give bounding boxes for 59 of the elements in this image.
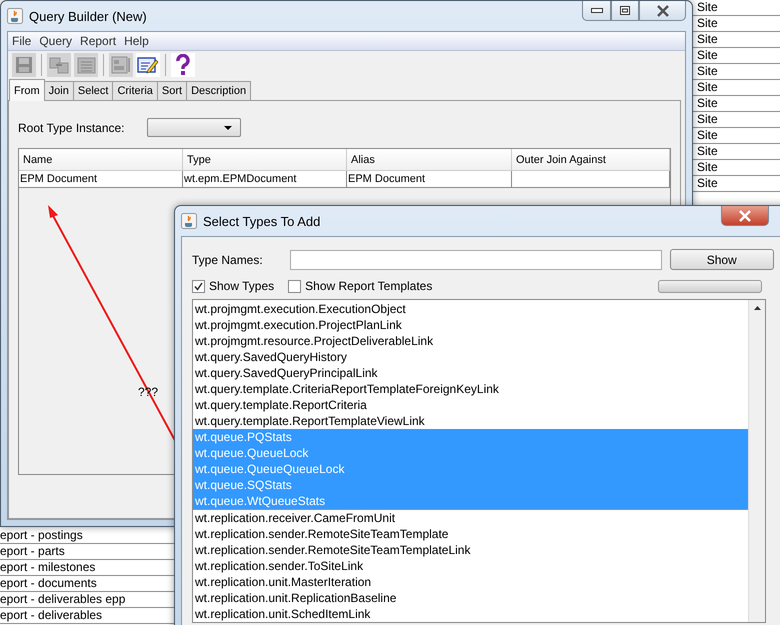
checkbox-label: Show Report Templates	[305, 279, 432, 293]
list-row: Site	[693, 144, 780, 160]
column-header[interactable]: Name	[19, 149, 183, 171]
checkbox[interactable]	[192, 280, 205, 292]
tab[interactable]: Sort	[156, 81, 188, 101]
list-row: eport - deliverables	[0, 608, 176, 624]
dialog-title: Select Types To Add	[203, 214, 320, 228]
type-names-field[interactable]	[290, 250, 662, 270]
list-row: Site	[693, 48, 780, 64]
close-button[interactable]	[639, 1, 686, 21]
tab[interactable]: Select	[72, 81, 114, 101]
tab[interactable]: Description	[186, 81, 252, 101]
maximize-icon	[620, 6, 630, 15]
menu-item[interactable]: File	[8, 32, 36, 50]
coffee-cup-icon	[181, 213, 197, 229]
column-header[interactable]: Outer Join Against	[512, 149, 670, 171]
close-icon	[738, 210, 752, 222]
list-row: Site	[693, 176, 780, 192]
checkbox-label: Show Types	[209, 279, 274, 293]
column-header[interactable]: Type	[183, 149, 347, 171]
list-row: eport - postings	[0, 528, 176, 544]
table-cell: EPM Document	[19, 171, 183, 188]
list-row: Site	[693, 96, 780, 112]
menu-item[interactable]: Help	[120, 32, 153, 50]
dropdown[interactable]	[146, 118, 241, 137]
list-row: Site	[693, 112, 780, 128]
tab[interactable]: From	[9, 79, 45, 101]
show-button[interactable]: Show	[670, 249, 774, 270]
table-cell: wt.epm.EPMDocument	[183, 171, 347, 188]
list-row: eport - deliverables epp	[0, 592, 176, 608]
maximize-button[interactable]	[611, 1, 639, 21]
close-icon	[656, 4, 670, 16]
list-row: Site	[693, 32, 780, 48]
menu-item[interactable]: Query	[35, 32, 76, 50]
list-row: Site	[693, 64, 780, 80]
list-row: Site	[693, 128, 780, 144]
list-row: eport - documents	[0, 576, 176, 592]
scroll-up-icon	[754, 306, 760, 310]
list-row: Site	[693, 80, 780, 96]
caret-icon	[224, 126, 232, 130]
list-row: Site	[693, 160, 780, 176]
column-header[interactable]: Alias	[347, 149, 512, 171]
menu-item[interactable]: Report	[76, 32, 120, 50]
list-row: eport - parts	[0, 544, 176, 560]
scrollbar[interactable]	[748, 300, 765, 622]
checkbox[interactable]	[288, 280, 302, 292]
list-row: Site	[693, 16, 780, 32]
tab[interactable]: Join	[44, 81, 74, 101]
field-label: Type Names:	[192, 252, 263, 266]
field-label: Root Type Instance:	[18, 120, 125, 134]
coffee-cup-icon	[7, 8, 23, 24]
table-cell: EPM Document	[347, 171, 512, 188]
minimize-button[interactable]	[582, 1, 611, 21]
tab[interactable]: Criteria	[112, 81, 158, 101]
window-title: Query Builder (New)	[29, 8, 147, 24]
minimize-icon	[590, 8, 602, 14]
close-button[interactable]	[721, 206, 769, 226]
list-row: eport - milestones	[0, 560, 176, 576]
list-row: Site	[693, 0, 780, 16]
